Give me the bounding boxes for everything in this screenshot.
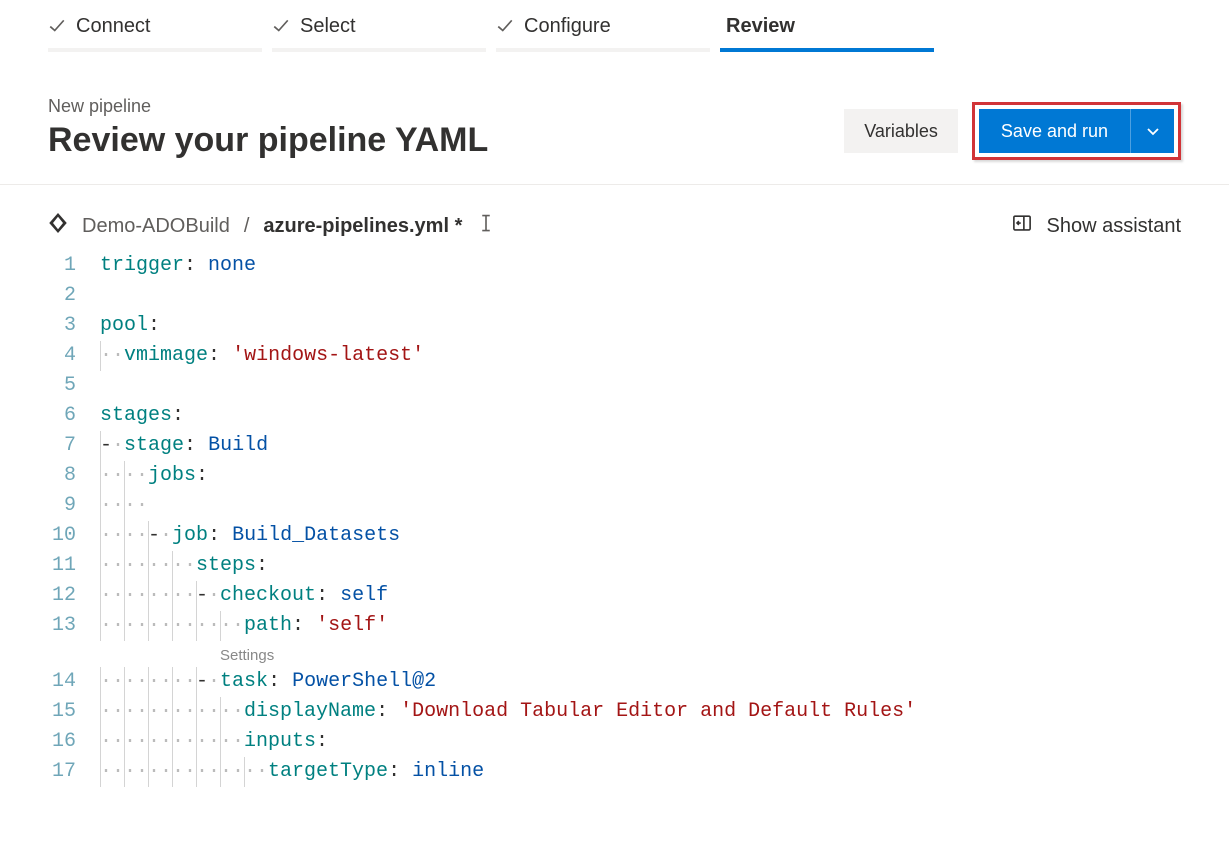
code-line[interactable]: -·stage: Build	[100, 431, 916, 461]
code-line[interactable]: ····-·job: Build_Datasets	[100, 521, 916, 551]
show-assistant-button[interactable]: Show assistant	[1012, 213, 1181, 239]
code-line[interactable]	[100, 371, 916, 401]
rename-icon[interactable]	[476, 213, 496, 239]
wizard-step-label: Configure	[524, 15, 611, 38]
line-number: 5	[48, 371, 76, 401]
code-line[interactable]: ············path: 'self'	[100, 611, 916, 641]
wizard-steps: Connect Select Configure Review	[0, 0, 1229, 56]
code-line[interactable]: pool:	[100, 311, 916, 341]
line-number: 15	[48, 697, 76, 727]
wizard-step-label: Select	[300, 15, 356, 38]
code-line[interactable]: ········-·task: PowerShell@2	[100, 667, 916, 697]
wizard-step-bar	[272, 48, 486, 52]
line-number-gutter: 1234567891011121314151617	[48, 251, 100, 787]
wizard-step-bar	[496, 48, 710, 52]
code-line[interactable]	[100, 281, 916, 311]
repo-name[interactable]: Demo-ADOBuild	[82, 215, 230, 238]
line-number: 6	[48, 401, 76, 431]
wizard-step-review[interactable]: Review	[720, 4, 934, 52]
save-and-run-dropdown[interactable]	[1130, 109, 1174, 153]
code-area[interactable]: trigger: none pool:··vmimage: 'windows-la…	[100, 251, 916, 787]
check-icon	[48, 17, 66, 35]
wizard-step-connect[interactable]: Connect	[48, 4, 262, 52]
line-number: 10	[48, 521, 76, 551]
code-line[interactable]: ··vmimage: 'windows-latest'	[100, 341, 916, 371]
eyebrow-text: New pipeline	[48, 96, 488, 117]
show-assistant-label: Show assistant	[1046, 215, 1181, 238]
code-line[interactable]: ····	[100, 491, 916, 521]
save-and-run-button[interactable]: Save and run	[979, 109, 1130, 153]
yaml-editor[interactable]: 1234567891011121314151617 trigger: nonep…	[0, 251, 1229, 787]
breadcrumb-separator: /	[244, 215, 250, 238]
code-line[interactable]: ····jobs:	[100, 461, 916, 491]
code-line[interactable]: ········steps:	[100, 551, 916, 581]
line-number: 1	[48, 251, 76, 281]
page-title: Review your pipeline YAML	[48, 121, 488, 160]
line-number: 8	[48, 461, 76, 491]
file-bar: Demo-ADOBuild / azure-pipelines.yml * Sh…	[0, 185, 1229, 251]
line-number: 2	[48, 281, 76, 311]
line-number: 3	[48, 311, 76, 341]
task-settings-inlay[interactable]: Settings	[100, 647, 274, 664]
line-number: 7	[48, 431, 76, 461]
chevron-down-icon	[1145, 123, 1161, 139]
code-line[interactable]: ········-·checkout: self	[100, 581, 916, 611]
wizard-step-bar	[48, 48, 262, 52]
check-icon	[496, 17, 514, 35]
code-line[interactable]: ··············targetType: inline	[100, 757, 916, 787]
wizard-step-configure[interactable]: Configure	[496, 4, 710, 52]
wizard-step-label: Review	[720, 15, 795, 38]
line-number: 17	[48, 757, 76, 787]
line-number: 11	[48, 551, 76, 581]
file-name[interactable]: azure-pipelines.yml *	[263, 215, 462, 238]
code-line[interactable]: ············inputs:	[100, 727, 916, 757]
variables-button[interactable]: Variables	[844, 109, 958, 153]
line-number: 13	[48, 611, 76, 641]
repo-icon	[48, 213, 68, 239]
line-number: 4	[48, 341, 76, 371]
code-line[interactable]: stages:	[100, 401, 916, 431]
page-header: New pipeline Review your pipeline YAML V…	[0, 56, 1229, 185]
code-line[interactable]: ············displayName: 'Download Tabul…	[100, 697, 916, 727]
check-icon	[272, 17, 290, 35]
line-number: 16	[48, 727, 76, 757]
wizard-step-select[interactable]: Select	[272, 4, 486, 52]
line-number: 14	[48, 667, 76, 697]
wizard-step-label: Connect	[76, 15, 151, 38]
line-number: 12	[48, 581, 76, 611]
highlight-box: Save and run	[972, 102, 1181, 160]
wizard-step-bar	[720, 48, 934, 52]
line-number: 9	[48, 491, 76, 521]
show-assistant-icon	[1012, 213, 1032, 239]
code-line[interactable]: trigger: none	[100, 251, 916, 281]
